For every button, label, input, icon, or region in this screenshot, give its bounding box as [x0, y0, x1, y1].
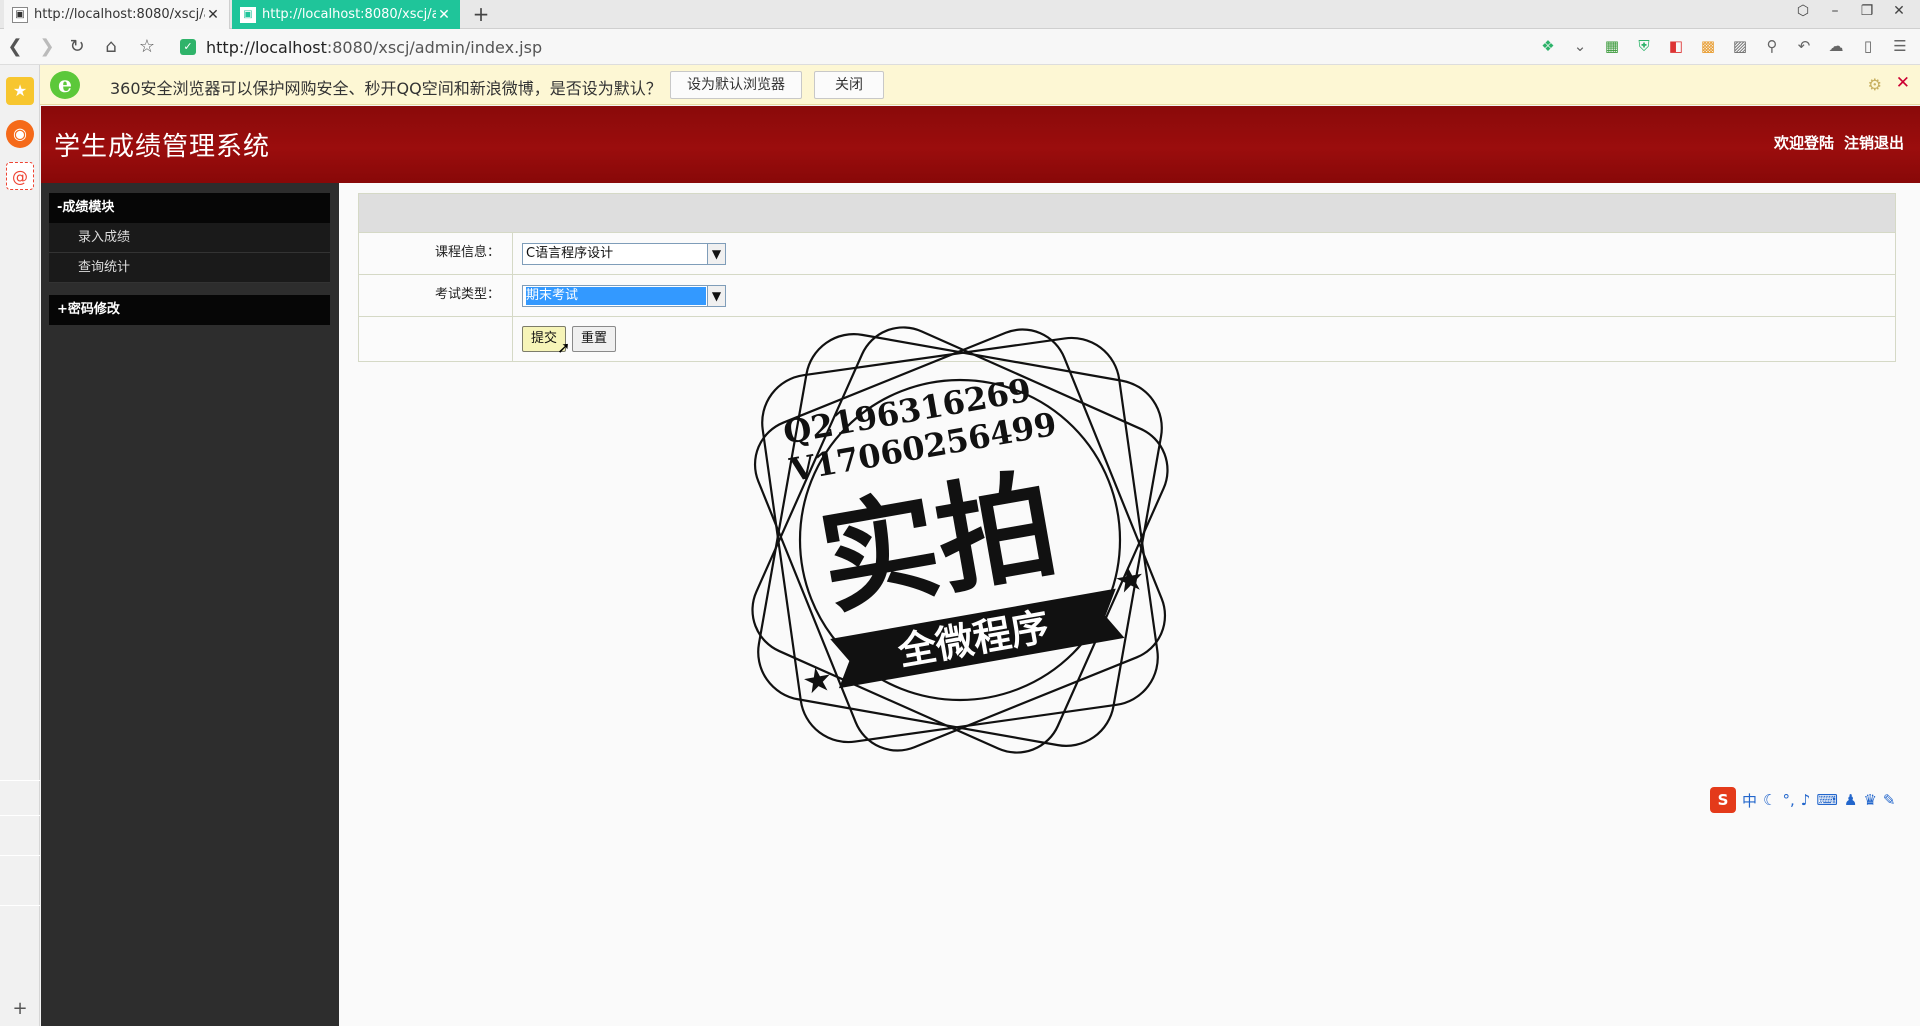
apps-icon[interactable]: ▦ — [1602, 37, 1622, 55]
bookmark-star-icon[interactable]: ☆ — [134, 35, 160, 59]
browser-sidebar: ★ ◉ @ + — [0, 65, 40, 1026]
wrench-icon[interactable]: ✎ — [1883, 791, 1896, 809]
browser-tab-2[interactable]: ▣ http://localhost:8080/xscj/adm ✕ — [232, 0, 460, 29]
punctuation-icon[interactable]: °, — [1782, 791, 1794, 809]
dropdown-icon[interactable]: ⌄ — [1570, 37, 1590, 55]
zoom-icon[interactable]: ⚲ — [1762, 37, 1782, 55]
shirt-icon[interactable]: ⬡ — [1794, 3, 1812, 19]
mouse-cursor-icon: ➚ — [557, 338, 571, 357]
notify-message: 360安全浏览器可以保护网购安全、秒开QQ空间和新浪微博，是否设为默认？ — [110, 79, 662, 98]
back-icon[interactable]: ❮ — [2, 35, 28, 59]
default-browser-bar: e 360安全浏览器可以保护网购安全、秒开QQ空间和新浪微博，是否设为默认？ 设… — [0, 65, 1920, 105]
ime-mode-label[interactable]: 中 — [1742, 790, 1757, 811]
close-tab-icon[interactable]: ✕ — [205, 7, 221, 23]
menu-group-title[interactable]: +密码修改 — [49, 295, 330, 325]
course-select[interactable]: C语言程序设计 ▼ — [522, 243, 726, 265]
compat-icon[interactable]: ❖ — [1538, 37, 1558, 55]
browser-nav-bar: ❮ ❯ ↻ ⌂ ☆ ✓ http://localhost:8080/xscj/a… — [0, 29, 1920, 65]
address-bar[interactable]: ✓ http://localhost:8080/xscj/admin/index… — [180, 34, 1440, 60]
url-path: :8080/xscj/admin/index.jsp — [326, 37, 543, 57]
sogou-icon[interactable]: S — [1710, 787, 1736, 813]
restore-icon[interactable]: ❐ — [1858, 3, 1876, 19]
star-icon: ★ — [799, 659, 836, 704]
close-window-icon[interactable]: ✕ — [1890, 3, 1908, 19]
menu-group-grades: -成绩模块 录入成绩 查询统计 — [49, 193, 330, 283]
browser-tab-bar: ▣ http://localhost:8080/xscj/adm ✕ ▣ htt… — [0, 0, 1920, 29]
weibo-icon[interactable]: ◉ — [6, 120, 34, 148]
page-title: 学生成绩管理系统 — [54, 132, 271, 162]
gear-icon[interactable]: ⚙ — [1868, 75, 1882, 94]
user-icon[interactable]: ♟ — [1844, 791, 1857, 809]
actions-label-cell — [359, 317, 513, 361]
app-header: 学生成绩管理系统 欢迎登陆 注销退出 — [41, 106, 1920, 183]
exam-type-select[interactable]: 期末考试 ▼ — [522, 285, 726, 307]
minimize-icon[interactable]: – — [1826, 3, 1844, 19]
add-icon[interactable]: + — [6, 995, 34, 1023]
exam-label: 考试类型： — [359, 275, 513, 317]
home-icon[interactable]: ⌂ — [98, 35, 124, 59]
set-default-button[interactable]: 设为默认浏览器 — [670, 71, 802, 99]
url-host: http://localhost — [206, 37, 327, 57]
exam-value: 期末考试 — [526, 287, 706, 305]
watermark-stamp: Q2196316269 V17060256499 实拍 全微程序 ★ ★ — [751, 326, 1169, 754]
close-icon[interactable]: ✕ — [1896, 73, 1910, 93]
close-notify-button[interactable]: 关闭 — [814, 71, 884, 99]
app-sidebar: -成绩模块 录入成绩 查询统计 +密码修改 — [41, 183, 339, 1026]
image-icon[interactable]: ▨ — [1730, 37, 1750, 55]
keyboard-icon[interactable]: ⌨ — [1816, 791, 1838, 809]
new-tab-button[interactable]: + — [468, 2, 494, 26]
moon-icon[interactable]: ☾ — [1763, 791, 1776, 809]
menu-group-password: +密码修改 — [49, 295, 330, 325]
shield-icon: ✓ — [180, 39, 196, 55]
form-row-course: 课程信息： C语言程序设计 ▼ — [359, 233, 1895, 275]
favorites-star-icon[interactable]: ★ — [6, 77, 34, 105]
ime-toolbar: S 中 ☾ °, ♪ ⌨ ♟ ♛ ✎ — [1710, 786, 1918, 814]
reset-button[interactable]: 重置 — [572, 326, 616, 352]
chevron-down-icon[interactable]: ▼ — [707, 244, 725, 264]
mail-icon[interactable]: @ — [6, 162, 34, 190]
window-controls: ⬡ – ❐ ✕ — [1794, 3, 1908, 19]
skin-icon[interactable]: ♛ — [1863, 791, 1876, 809]
forward-icon[interactable]: ❯ — [34, 35, 60, 59]
form-header-bar — [359, 194, 1895, 233]
pdf-icon[interactable]: ◧ — [1666, 37, 1686, 55]
logout-link[interactable]: 注销退出 — [1844, 132, 1904, 153]
welcome-link[interactable]: 欢迎登陆 — [1774, 132, 1834, 153]
browser-tab-1[interactable]: ▣ http://localhost:8080/xscj/adm ✕ — [4, 0, 230, 29]
cloud-icon[interactable]: ☁ — [1826, 37, 1846, 55]
sidebar-item-enter-grades[interactable]: 录入成绩 — [49, 223, 330, 253]
menu-group-title[interactable]: -成绩模块 — [49, 193, 330, 223]
screenshot-icon[interactable]: ▩ — [1698, 37, 1718, 55]
page-icon: ▣ — [12, 6, 28, 23]
undo-icon[interactable]: ↶ — [1794, 37, 1814, 55]
close-tab-icon[interactable]: ✕ — [436, 7, 452, 23]
tab-title: http://localhost:8080/xscj/adm — [262, 7, 436, 22]
course-label: 课程信息： — [359, 233, 513, 275]
page-icon: ▣ — [240, 6, 256, 23]
tab-title: http://localhost:8080/xscj/adm — [34, 7, 205, 22]
course-value: C语言程序设计 — [526, 246, 614, 261]
refresh-icon[interactable]: ↻ — [64, 35, 90, 59]
security-icon[interactable]: ⛨ — [1634, 37, 1654, 55]
mobile-icon[interactable]: ▯ — [1858, 37, 1878, 55]
star-icon: ★ — [1111, 558, 1148, 603]
menu-icon[interactable]: ☰ — [1890, 37, 1910, 55]
microphone-icon[interactable]: ♪ — [1801, 791, 1811, 809]
sidebar-item-query-stats[interactable]: 查询统计 — [49, 253, 330, 283]
browser-logo-icon: e — [50, 71, 80, 99]
toolbar-icons: ❖ ⌄ ▦ ⛨ ◧ ▩ ▨ ⚲ ↶ ☁ ▯ ☰ — [1538, 37, 1910, 55]
header-links: 欢迎登陆 注销退出 — [1774, 132, 1904, 153]
